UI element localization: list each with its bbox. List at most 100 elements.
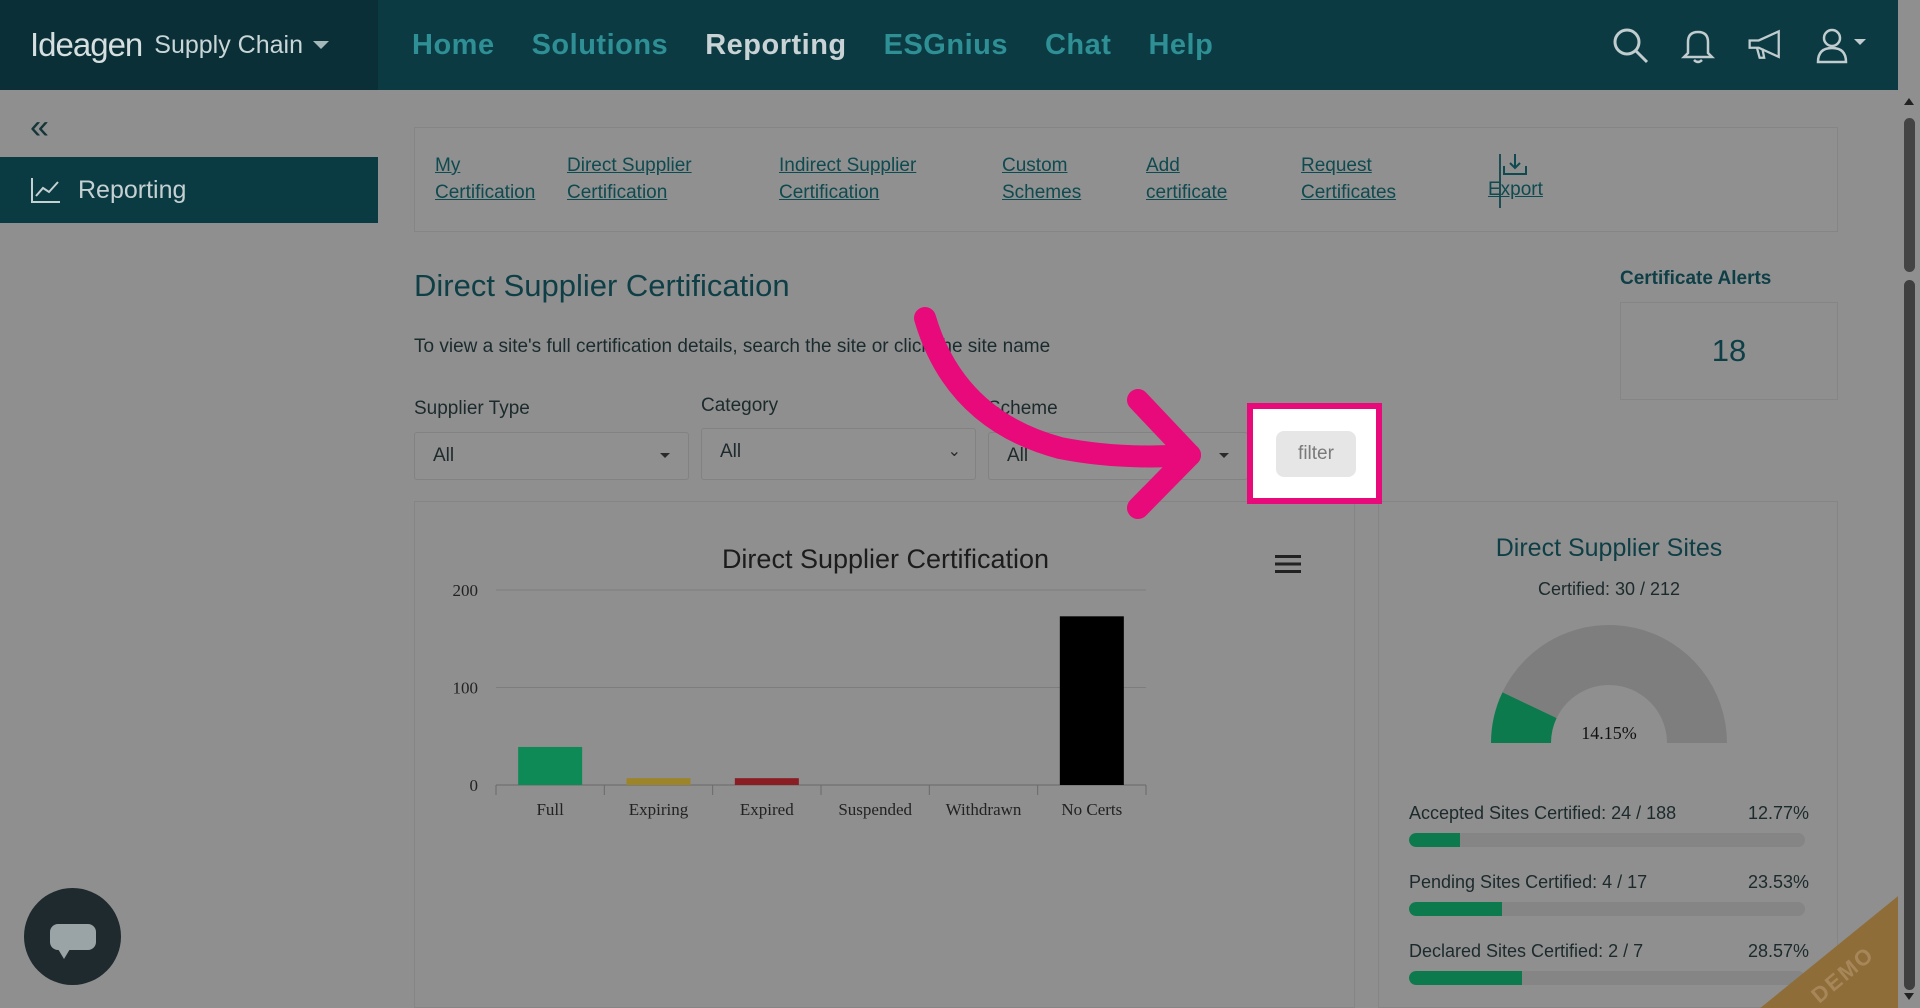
sites-certified: Certified: 30 / 212 xyxy=(1537,579,1681,599)
x-tick-label: No Certs xyxy=(1061,800,1122,819)
nav-help[interactable]: Help xyxy=(1148,29,1213,62)
hamburger-menu-icon[interactable] xyxy=(1275,554,1301,574)
supplier-type-label: Supplier Type xyxy=(414,398,530,419)
filter-highlight-box: filter xyxy=(1247,403,1382,504)
chat-launcher-button[interactable] xyxy=(24,888,121,985)
category-label: Category xyxy=(701,395,779,416)
tab-line: Certification xyxy=(779,182,880,203)
tab-line: certificate xyxy=(1146,182,1228,203)
accepted-sites-bar xyxy=(1409,833,1805,847)
alerts-count[interactable]: 18 xyxy=(1620,302,1838,400)
top-icons xyxy=(1610,0,1868,90)
main-content: My Certification Direct Supplier Certifica… xyxy=(378,90,1898,1008)
accepted-sites-row: Accepted Sites Certified: 24 / 188 12.77% xyxy=(1409,803,1809,824)
tab-line: Certificates xyxy=(1301,182,1397,203)
download-icon xyxy=(1503,154,1528,175)
select-value: All xyxy=(720,441,742,462)
tab-line: My xyxy=(435,155,461,176)
double-chevron-left-icon[interactable]: « xyxy=(30,108,49,147)
stat-label: Pending Sites Certified: 4 / 17 xyxy=(1409,872,1648,892)
filter-button[interactable]: filter xyxy=(1276,431,1356,477)
nav-reporting[interactable]: Reporting xyxy=(705,29,846,62)
certification-chart-panel: 0 100 200 Full Expiring Expired Suspended Withd… xyxy=(414,501,1355,1008)
pending-sites-bar xyxy=(1409,902,1805,916)
y-tick-label: 0 xyxy=(470,776,479,795)
tab-indirect-supplier-certification[interactable]: Indirect Supplier Certification xyxy=(779,152,916,206)
y-tick-label: 200 xyxy=(453,581,479,600)
brand-logo: Ideagen xyxy=(30,26,143,63)
bar xyxy=(518,746,583,785)
demo-ribbon: DEMO xyxy=(1748,888,1898,1008)
x-tick-label: Withdrawn xyxy=(946,800,1022,819)
chevron-down-icon: ⌄ xyxy=(947,443,961,460)
tab-line: Certification xyxy=(567,182,668,203)
tab-line: Custom xyxy=(1002,155,1068,176)
tab-export[interactable]: Export xyxy=(1488,152,1543,203)
brand-product: Supply Chain xyxy=(154,30,304,59)
scroll-down-arrow-icon[interactable] xyxy=(1904,993,1914,1000)
select-value: All xyxy=(1007,445,1029,466)
bar xyxy=(1059,616,1124,785)
stat-label: Accepted Sites Certified: 24 / 188 xyxy=(1409,803,1677,823)
bar xyxy=(734,778,799,785)
main-nav: Home Solutions Reporting ESGnius Chat He… xyxy=(412,0,1213,90)
sidebar: « Reporting xyxy=(0,90,378,1008)
tab-line: Export xyxy=(1488,179,1543,200)
search-icon[interactable] xyxy=(1610,25,1650,65)
nav-chat[interactable]: Chat xyxy=(1045,29,1111,62)
page-scrollbar[interactable] xyxy=(1898,90,1920,1008)
scrollbar-track[interactable] xyxy=(1904,280,1915,990)
certified-gauge: 14.15% xyxy=(1491,625,1727,743)
nav-esgnius[interactable]: ESGnius xyxy=(884,29,1008,62)
chart-line-icon xyxy=(31,178,60,203)
tab-my-certification[interactable]: My Certification xyxy=(435,152,535,206)
tab-line: Request xyxy=(1301,155,1372,176)
caret-down-icon xyxy=(313,41,330,49)
tab-custom-schemes[interactable]: Custom Schemes xyxy=(1002,152,1081,206)
tab-add-certificate[interactable]: Add certificate xyxy=(1146,152,1227,206)
brand-switcher[interactable]: Ideagen Supply Chain xyxy=(0,0,378,90)
tab-line: Direct Supplier xyxy=(567,155,692,176)
gauge-label: 14.15% xyxy=(1581,723,1637,743)
alerts-title: Certificate Alerts xyxy=(1620,268,1772,289)
chat-bubble-icon xyxy=(49,923,96,959)
nav-home[interactable]: Home xyxy=(412,29,495,62)
x-tick-label: Expiring xyxy=(629,800,689,819)
nav-solutions[interactable]: Solutions xyxy=(532,29,669,62)
scroll-up-arrow-icon[interactable] xyxy=(1904,98,1914,105)
sites-title: Direct Supplier Sites xyxy=(1495,534,1723,562)
bar-fill xyxy=(1409,833,1460,847)
supplier-type-select[interactable]: All xyxy=(414,432,689,480)
tab-line: Indirect Supplier xyxy=(779,155,917,176)
tab-line: Schemes xyxy=(1002,182,1082,203)
chart-title: Direct Supplier Certification xyxy=(721,544,1050,574)
category-select[interactable]: All ⌄ xyxy=(701,428,976,480)
tab-direct-supplier-certification[interactable]: Direct Supplier Certification xyxy=(567,152,692,206)
scheme-label: Scheme xyxy=(988,398,1058,419)
bell-icon[interactable] xyxy=(1678,25,1718,65)
x-tick-label: Expired xyxy=(740,800,794,819)
user-icon[interactable] xyxy=(1814,25,1868,65)
megaphone-icon[interactable] xyxy=(1746,25,1786,65)
scrollbar-thumb[interactable] xyxy=(1904,118,1915,272)
bar-chart: 0 100 200 Full Expiring Expired Suspended Withd… xyxy=(453,581,1147,819)
tab-line: Certification xyxy=(435,182,536,203)
tab-request-certificates[interactable]: Request Certificates xyxy=(1301,152,1396,206)
page-title: Direct Supplier Certification xyxy=(414,268,790,303)
page-description: To view a site's full certification deta… xyxy=(414,336,1051,357)
select-value: All xyxy=(433,445,455,466)
scheme-select[interactable]: All xyxy=(988,432,1248,480)
x-tick-label: Full xyxy=(536,800,564,819)
sidebar-item-reporting[interactable]: Reporting xyxy=(0,157,378,223)
tab-line: Add xyxy=(1146,155,1180,176)
bar xyxy=(626,778,691,785)
x-tick-label: Suspended xyxy=(838,800,912,819)
caret-down-icon xyxy=(660,453,670,458)
bar-fill xyxy=(1409,902,1503,916)
sub-nav: My Certification Direct Supplier Certifica… xyxy=(414,127,1838,232)
bar-fill xyxy=(1409,971,1523,985)
stat-pct: 12.77% xyxy=(1747,803,1809,823)
sidebar-item-label: Reporting xyxy=(78,175,187,204)
top-bar: Ideagen Supply Chain Home Solutions Repo… xyxy=(0,0,1898,90)
stat-label: Declared Sites Certified: 2 / 7 xyxy=(1409,941,1644,961)
